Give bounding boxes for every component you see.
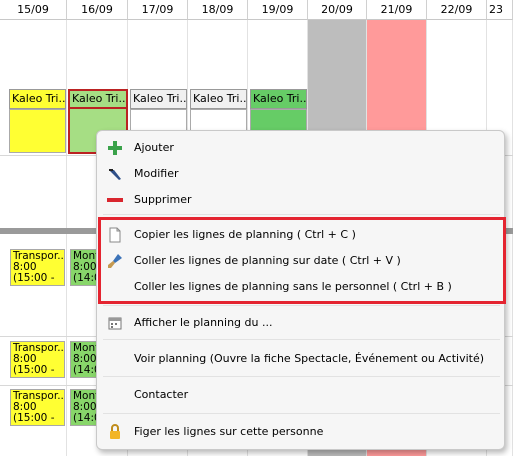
menu-item-label: Contacter <box>134 388 189 401</box>
event-title[interactable]: Kaleo Tri... <box>190 89 247 109</box>
calendar-icon <box>105 310 125 336</box>
date-header-7: 21/09 <box>367 0 427 20</box>
menu-item-ajouter[interactable]: Ajouter <box>97 135 506 161</box>
menu-item-label: Figer les lignes sur cette personne <box>134 425 324 438</box>
event-block[interactable] <box>9 109 66 153</box>
event-title[interactable]: Kaleo Tri... <box>9 89 66 109</box>
menu-item-label: Supprimer <box>134 193 192 206</box>
menu-item-modifier[interactable]: Modifier <box>97 161 506 187</box>
menu-separator <box>103 214 500 215</box>
menu-separator <box>103 339 500 340</box>
date-header-8: 22/09 <box>427 0 487 20</box>
task-range: (15:00 - <box>13 272 55 284</box>
date-header-4: 18/09 <box>188 0 248 20</box>
event-title-selected[interactable]: Kaleo Tri... <box>68 89 128 109</box>
menu-item-afficher-planning[interactable]: Afficher le planning du ... <box>97 310 506 336</box>
task-block[interactable]: Transpor... 8:00 (15:00 - <box>10 389 65 426</box>
task-range: (14:0 <box>73 412 96 424</box>
date-header-3: 17/09 <box>128 0 188 20</box>
task-block[interactable]: Transpor... 8:00 (15:00 - <box>10 341 65 378</box>
menu-separator <box>103 305 500 306</box>
event-block[interactable] <box>190 109 247 131</box>
task-range: (15:00 - <box>13 412 55 424</box>
menu-separator <box>103 413 500 414</box>
menu-item-contacter[interactable]: Contacter <box>97 382 506 408</box>
menu-separator <box>103 376 500 377</box>
menu-item-label: Voir planning (Ouvre la fiche Spectacle,… <box>134 352 485 365</box>
menu-item-label: Afficher le planning du ... <box>134 316 273 329</box>
menu-item-label: Ajouter <box>134 141 174 154</box>
date-header-6: 20/09 <box>308 0 367 20</box>
date-header-5: 19/09 <box>248 0 308 20</box>
edit-icon <box>105 161 125 187</box>
date-header-1: 15/09 <box>0 0 67 20</box>
lock-icon <box>105 419 125 445</box>
task-range: (14:0 <box>73 272 96 284</box>
event-title[interactable]: Kaleo Tri... <box>130 89 187 109</box>
date-header-9: 23 <box>487 0 513 20</box>
task-range: (15:00 - <box>13 364 55 376</box>
task-block[interactable]: Mont 8:00 (14:0 <box>70 341 97 378</box>
highlight-box <box>98 217 506 304</box>
date-header-2: 16/09 <box>67 0 128 20</box>
task-range: (14:0 <box>73 364 96 376</box>
task-block[interactable]: Mont 8:00 (14:0 <box>70 249 97 286</box>
task-block[interactable]: Transpor... 8:00 (15:00 - <box>10 249 65 286</box>
event-block[interactable] <box>130 109 187 131</box>
menu-item-voir-planning[interactable]: Voir planning (Ouvre la fiche Spectacle,… <box>97 346 506 372</box>
menu-item-figer[interactable]: Figer les lignes sur cette personne <box>97 419 506 445</box>
minus-icon <box>105 187 125 213</box>
event-title[interactable]: Kaleo Tri... <box>250 89 307 109</box>
menu-item-supprimer[interactable]: Supprimer <box>97 187 506 213</box>
task-block[interactable]: Mont 8:00 (14:0 <box>70 389 97 426</box>
plus-icon <box>105 135 125 161</box>
menu-item-label: Modifier <box>134 167 179 180</box>
